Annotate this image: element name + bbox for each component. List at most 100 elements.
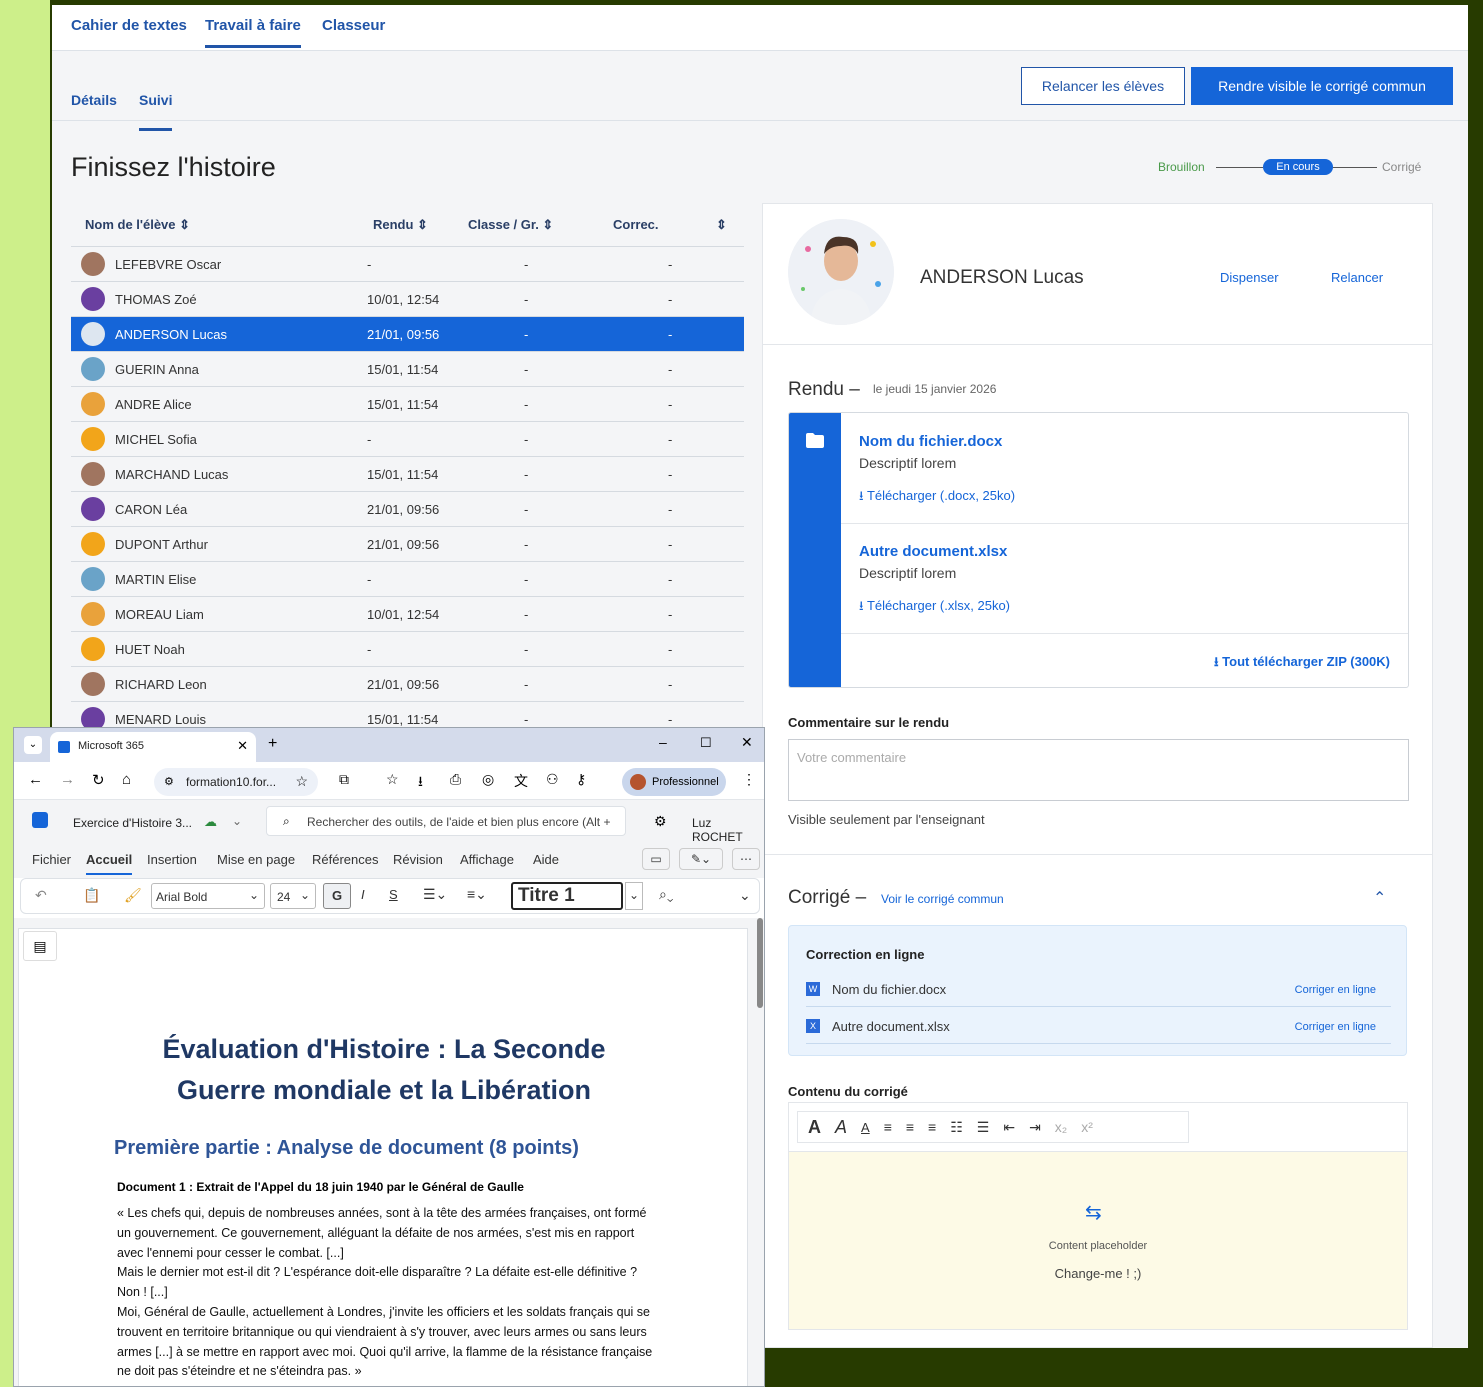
align-icon[interactable]: ≡⌄ bbox=[467, 886, 487, 903]
list-icon[interactable]: ☰⌄ bbox=[423, 886, 447, 903]
table-row[interactable]: MICHEL Sofia - - - bbox=[71, 422, 744, 457]
table-row[interactable]: ANDRE Alice 15/01, 11:54 - - bbox=[71, 387, 744, 422]
strike-button[interactable]: S bbox=[389, 887, 398, 902]
tab-list-icon[interactable]: ⌄ bbox=[24, 736, 42, 754]
underline-icon[interactable]: A bbox=[861, 1120, 870, 1135]
col-name[interactable]: Nom de l'élève ⇕ bbox=[85, 217, 190, 233]
back-icon[interactable]: ← bbox=[28, 771, 43, 788]
screenshot-icon[interactable]: ◎ bbox=[482, 771, 494, 788]
new-tab-icon[interactable]: + bbox=[268, 735, 277, 753]
size-select[interactable]: 24 ⌄ bbox=[270, 883, 316, 909]
col-classe[interactable]: Classe / Gr. ⇕ bbox=[468, 217, 553, 233]
word-app-icon[interactable] bbox=[32, 812, 48, 828]
relancer-link[interactable]: Relancer bbox=[1331, 270, 1383, 285]
table-row[interactable]: LEFEBVRE Oscar - - - bbox=[71, 247, 744, 282]
profile-button[interactable]: Professionnel bbox=[622, 768, 726, 796]
menu-accueil[interactable]: Accueil bbox=[86, 852, 133, 875]
table-row[interactable]: MARTIN Elise - - - bbox=[71, 562, 744, 597]
italic-button[interactable]: I bbox=[361, 887, 365, 902]
doc-title[interactable]: Exercice d'Histoire 3... bbox=[73, 816, 192, 830]
chevron-down-icon[interactable]: ⌄ bbox=[739, 887, 751, 904]
outdent-icon[interactable]: ⇤ bbox=[1003, 1119, 1015, 1136]
menu-insertion[interactable]: Insertion bbox=[147, 852, 197, 867]
incognito-icon[interactable]: ⚇ bbox=[546, 771, 559, 788]
user-name[interactable]: Luz ROCHET bbox=[692, 816, 764, 844]
close-tab-icon[interactable]: ✕ bbox=[237, 738, 248, 754]
align-left-icon[interactable]: ≡ bbox=[884, 1119, 892, 1135]
subscript-icon[interactable]: x₂ bbox=[1055, 1119, 1067, 1135]
col-rendu[interactable]: Rendu ⇕ bbox=[373, 217, 428, 233]
voir-corrige-link[interactable]: Voir le corrigé commun bbox=[881, 892, 1004, 906]
favorites-icon[interactable]: ☆ bbox=[386, 771, 399, 788]
document-page[interactable]: ▤ Évaluation d'Histoire : La Seconde Gue… bbox=[18, 928, 748, 1386]
site-settings-icon[interactable]: ⚙ bbox=[164, 775, 174, 788]
dispenser-link[interactable]: Dispenser bbox=[1220, 270, 1279, 285]
bold-button[interactable]: G bbox=[323, 883, 351, 909]
address-bar[interactable]: ⚙ formation10.for... ☆ bbox=[154, 768, 318, 796]
font-select[interactable]: Arial Bold ⌄ bbox=[151, 883, 265, 909]
format-painter-icon[interactable]: 🖌 bbox=[124, 887, 142, 904]
table-row[interactable]: ANDERSON Lucas 21/01, 09:56 - - bbox=[71, 317, 744, 352]
undo-icon[interactable]: ↶ bbox=[35, 887, 47, 904]
rendre-visible-button[interactable]: Rendre visible le corrigé commun bbox=[1191, 67, 1453, 105]
minimize-icon[interactable]: – bbox=[659, 734, 667, 750]
search-input[interactable]: ⌕ Rechercher des outils, de l'aide et bi… bbox=[266, 806, 626, 836]
table-row[interactable]: GUERIN Anna 15/01, 11:54 - - bbox=[71, 352, 744, 387]
table-row[interactable]: THOMAS Zoé 10/01, 12:54 - - bbox=[71, 282, 744, 317]
menu-affichage[interactable]: Affichage bbox=[460, 852, 514, 867]
table-row[interactable]: MARCHAND Lucas 15/01, 11:54 - - bbox=[71, 457, 744, 492]
paste-icon[interactable]: 📋 bbox=[83, 887, 100, 904]
file-1-download[interactable]: ⭳ Télécharger (.docx, 25ko) bbox=[859, 487, 1015, 509]
chevron-down-icon[interactable]: ⌄ bbox=[232, 814, 242, 828]
numbered-list-icon[interactable]: ☷ bbox=[950, 1119, 963, 1136]
print-icon[interactable]: ⎙ bbox=[450, 771, 461, 788]
navigation-pane-icon[interactable]: ▤ bbox=[23, 931, 57, 961]
corriger-1-link[interactable]: Corriger en ligne bbox=[1295, 984, 1376, 996]
bullet-list-icon[interactable]: ☰ bbox=[977, 1119, 990, 1136]
extensions-icon[interactable]: ⧉ bbox=[339, 771, 349, 788]
file-2-download[interactable]: ⭳ Télécharger (.xlsx, 25ko) bbox=[859, 597, 1010, 619]
indent-icon[interactable]: ⇥ bbox=[1029, 1119, 1041, 1136]
table-row[interactable]: RICHARD Leon 21/01, 09:56 - - bbox=[71, 667, 744, 702]
password-icon[interactable]: ⚷ bbox=[576, 771, 586, 788]
table-row[interactable]: HUET Noah - - - bbox=[71, 632, 744, 667]
font-size-up-icon[interactable]: A bbox=[808, 1117, 821, 1138]
close-window-icon[interactable]: ✕ bbox=[741, 734, 753, 751]
menu-fichier[interactable]: Fichier bbox=[32, 852, 71, 867]
italic-icon[interactable]: A bbox=[835, 1117, 847, 1138]
col-correc[interactable]: Correc. bbox=[613, 217, 659, 232]
content-placeholder[interactable]: ⇆ Content placeholder Change-me ! ;) bbox=[788, 1152, 1408, 1330]
edit-mode-icon[interactable]: ✎⌄ bbox=[679, 848, 723, 870]
align-center-icon[interactable]: ≡ bbox=[906, 1119, 914, 1135]
translate-icon[interactable]: 文 bbox=[514, 771, 528, 791]
col-correc-sort[interactable]: ⇕ bbox=[716, 217, 727, 233]
tab-suivi[interactable]: Suivi bbox=[139, 92, 173, 131]
file-2-name[interactable]: Autre document.xlsx bbox=[859, 543, 1007, 560]
scrollbar[interactable] bbox=[757, 918, 763, 1008]
download-zip-link[interactable]: ⭳ Tout télécharger ZIP (300K) bbox=[1214, 653, 1390, 675]
chevron-up-icon[interactable]: ⌃ bbox=[1373, 888, 1386, 908]
chevron-down-icon[interactable]: ⌄ bbox=[625, 882, 643, 910]
home-icon[interactable]: ⌂ bbox=[122, 771, 131, 788]
relancer-eleves-button[interactable]: Relancer les élèves bbox=[1021, 67, 1185, 105]
corriger-2-link[interactable]: Corriger en ligne bbox=[1295, 1021, 1376, 1033]
download-icon[interactable]: ⭳ bbox=[418, 771, 423, 795]
settings-icon[interactable]: ⚙ bbox=[654, 813, 667, 830]
table-row[interactable]: MOREAU Liam 10/01, 12:54 - - bbox=[71, 597, 744, 632]
forward-icon[interactable]: → bbox=[60, 771, 75, 788]
file-1-name[interactable]: Nom du fichier.docx bbox=[859, 433, 1002, 450]
table-row[interactable]: DUPONT Arthur 21/01, 09:56 - - bbox=[71, 527, 744, 562]
tab-classeur[interactable]: Classeur bbox=[322, 17, 385, 34]
align-right-icon[interactable]: ≡ bbox=[928, 1119, 936, 1135]
menu-references[interactable]: Références bbox=[312, 852, 378, 867]
superscript-icon[interactable]: x² bbox=[1081, 1119, 1093, 1135]
tab-travail[interactable]: Travail à faire bbox=[205, 17, 301, 48]
comment-field[interactable]: Votre commentaire bbox=[788, 739, 1409, 801]
menu-icon[interactable]: ⋮ bbox=[742, 771, 756, 788]
tab-cahier[interactable]: Cahier de textes bbox=[71, 17, 187, 34]
menu-mise-en-page[interactable]: Mise en page bbox=[217, 852, 295, 867]
tab-details[interactable]: Détails bbox=[71, 92, 117, 108]
table-row[interactable]: CARON Léa 21/01, 09:56 - - bbox=[71, 492, 744, 527]
browser-tab[interactable]: Microsoft 365 ✕ bbox=[50, 732, 256, 762]
comment-icon[interactable]: ▭ bbox=[642, 848, 670, 870]
